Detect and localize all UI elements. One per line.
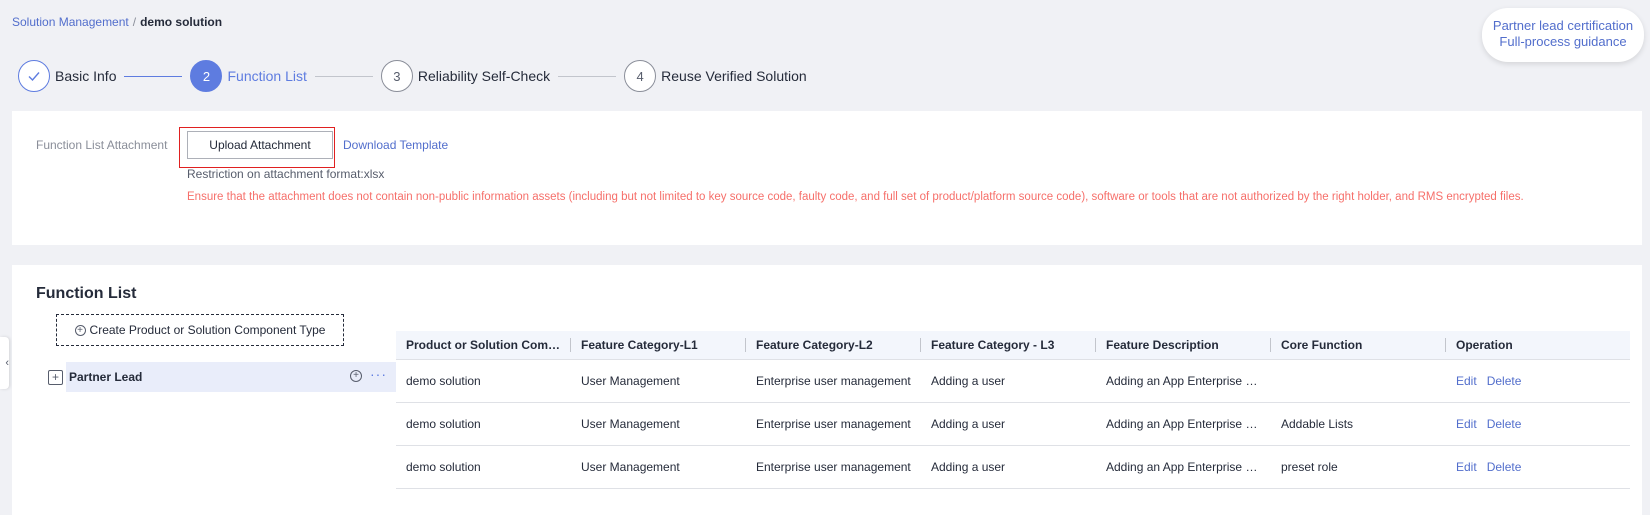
column-header: Operation <box>1446 331 1630 360</box>
column-header: Product or Solution Comp... <box>396 331 571 360</box>
table-cell: preset role <box>1271 445 1446 489</box>
delete-link[interactable]: Delete <box>1487 374 1522 388</box>
table-cell: Addable Lists <box>1271 402 1446 446</box>
operation-cell: Edit Delete <box>1446 402 1630 446</box>
column-header: Feature Category - L3 <box>921 331 1096 360</box>
check-icon <box>18 60 50 92</box>
table-cell: Enterprise user management <box>746 402 921 446</box>
step-connector <box>558 75 617 77</box>
sidebar-toggle[interactable]: ‹ <box>0 337 9 389</box>
create-component-type-button[interactable]: + Create Product or Solution Component T… <box>56 314 344 346</box>
more-icon[interactable]: ··· <box>370 366 387 382</box>
breadcrumb: Solution Management / demo solution <box>12 15 222 29</box>
table-cell: demo solution <box>396 445 571 489</box>
step-function-list[interactable]: 2 Function List <box>190 60 307 92</box>
download-template-link[interactable]: Download Template <box>343 138 448 152</box>
step-connector <box>124 75 183 77</box>
upload-attachment-button[interactable]: Upload Attachment <box>187 131 333 159</box>
table-cell: User Management <box>571 445 746 489</box>
table-cell: Adding an App Enterprise U... <box>1096 359 1271 403</box>
security-warning-text: Ensure that the attachment does not cont… <box>187 191 1524 203</box>
operation-cell: Edit Delete <box>1446 359 1630 403</box>
column-header-text: Feature Category-L1 <box>581 337 698 352</box>
table-cell: Adding a user <box>921 402 1096 446</box>
step-basic-info[interactable]: Basic Info <box>18 60 116 92</box>
create-button-label: Create Product or Solution Component Typ… <box>89 323 326 337</box>
guidance-line-2: Full-process guidance <box>1499 34 1627 49</box>
plus-circle-icon[interactable]: + <box>350 370 362 382</box>
table-cell: Enterprise user management <box>746 445 921 489</box>
table-cell: Adding a user <box>921 359 1096 403</box>
table-cell <box>1271 359 1446 403</box>
breadcrumb-separator: / <box>132 15 137 29</box>
tree-node-label: Partner Lead <box>69 370 143 384</box>
table-row: demo solution User Management Enterprise… <box>396 445 1630 489</box>
column-header-text: Feature Description <box>1106 337 1219 352</box>
function-table: Product or Solution Comp... Feature Cate… <box>396 331 1630 489</box>
expand-icon[interactable]: + <box>48 369 63 385</box>
breadcrumb-current: demo solution <box>140 15 223 29</box>
step-label: Reuse Verified Solution <box>661 68 807 84</box>
step-number: 4 <box>624 60 657 92</box>
step-number: 2 <box>190 60 223 92</box>
format-restriction-text: Restriction on attachment format:xlsx <box>187 167 385 181</box>
step-reliability-self-check[interactable]: 3 Reliability Self-Check <box>380 60 551 92</box>
step-label: Function List <box>227 68 307 84</box>
certification-guidance-button[interactable]: Partner lead certification Full-process … <box>1482 8 1644 62</box>
tree-node-partner-lead[interactable]: + Partner Lead + ··· <box>36 362 396 392</box>
breadcrumb-solution-management[interactable]: Solution Management <box>12 15 129 29</box>
table-cell: demo solution <box>396 402 571 446</box>
column-header-text: Operation <box>1456 337 1513 352</box>
step-connector <box>314 75 373 77</box>
column-header: Core Function <box>1271 331 1446 360</box>
column-header: Feature Category-L1 <box>571 331 746 360</box>
column-header: Feature Category-L2 <box>746 331 921 360</box>
column-header-text: Product or Solution Comp... <box>406 337 566 352</box>
delete-link[interactable]: Delete <box>1487 460 1522 474</box>
edit-link[interactable]: Edit <box>1456 374 1477 388</box>
table-row: demo solution User Management Enterprise… <box>396 402 1630 446</box>
table-cell: User Management <box>571 359 746 403</box>
step-number: 3 <box>380 60 413 92</box>
table-cell: Enterprise user management <box>746 359 921 403</box>
chevron-left-icon: ‹ <box>5 357 9 369</box>
table-cell: Adding an App Enterprise U... <box>1096 445 1271 489</box>
column-header-text: Feature Category-L2 <box>756 337 873 352</box>
delete-link[interactable]: Delete <box>1487 417 1522 431</box>
operation-cell: Edit Delete <box>1446 445 1630 489</box>
table-cell: Adding a user <box>921 445 1096 489</box>
table-cell: User Management <box>571 402 746 446</box>
plus-circle-icon: + <box>74 324 86 336</box>
column-header-text: Core Function <box>1281 337 1363 352</box>
column-header: Feature Description <box>1096 331 1271 360</box>
step-reuse-verified-solution[interactable]: 4 Reuse Verified Solution <box>624 60 807 92</box>
edit-link[interactable]: Edit <box>1456 460 1477 474</box>
guidance-line-1: Partner lead certification <box>1492 18 1634 33</box>
table-cell: Adding an App Enterprise U... <box>1096 402 1271 446</box>
function-list-card: Function List + Create Product or Soluti… <box>12 265 1642 515</box>
step-label: Reliability Self-Check <box>417 68 551 84</box>
edit-link[interactable]: Edit <box>1456 417 1477 431</box>
table-row: demo solution User Management Enterprise… <box>396 359 1630 403</box>
attachment-label: Function List Attachment <box>36 138 168 152</box>
step-label: Basic Info <box>55 68 117 84</box>
column-header-text: Feature Category - L3 <box>931 337 1055 352</box>
table-cell: demo solution <box>396 359 571 403</box>
attachment-card: Function List Attachment Upload Attachme… <box>12 111 1642 245</box>
progress-stepper: Basic Info 2 Function List 3 Reliability… <box>18 60 807 92</box>
function-list-title: Function List <box>36 285 137 302</box>
table-header-row: Product or Solution Comp... Feature Cate… <box>396 331 1630 360</box>
